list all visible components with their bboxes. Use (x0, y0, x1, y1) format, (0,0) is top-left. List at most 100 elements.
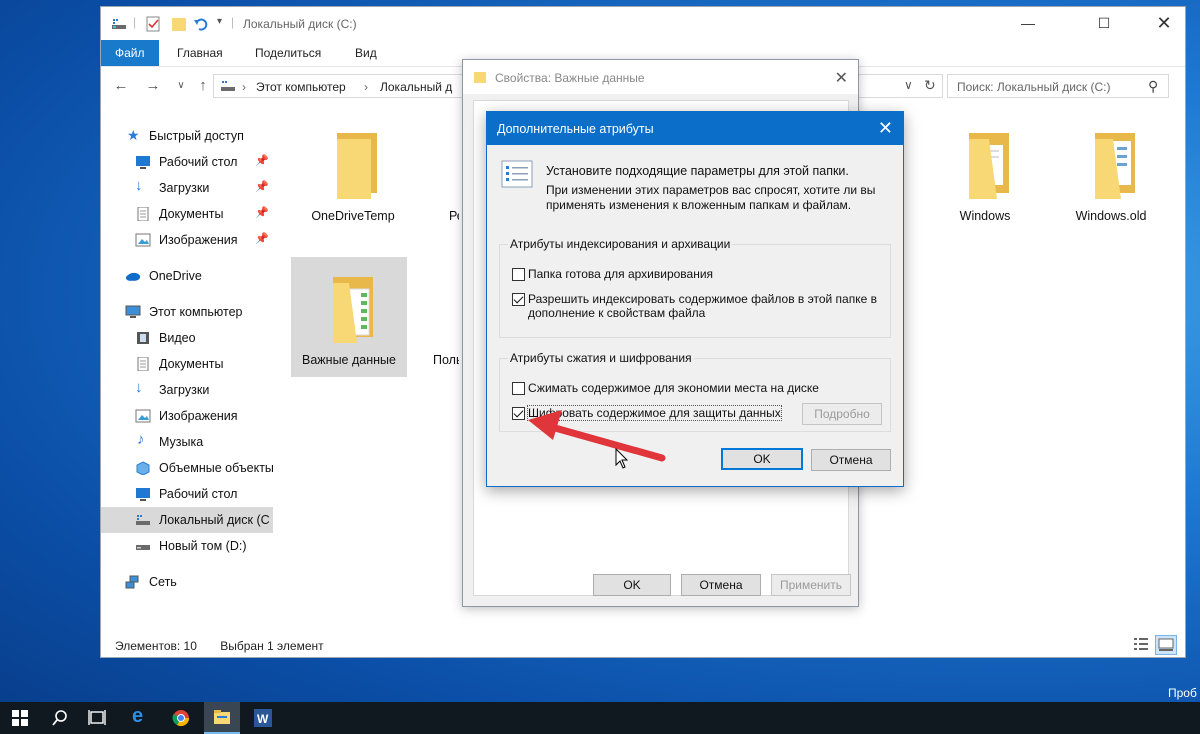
quick-access-dropdown-icon[interactable]: ▾ (217, 16, 222, 27)
folder-item[interactable]: Ре (419, 113, 459, 233)
cube-icon (136, 461, 150, 475)
titlebar-separator: | (231, 15, 235, 29)
folder-item[interactable]: Windows.old (1053, 113, 1169, 233)
encrypt-checkbox-label[interactable]: Шифровать содержимое для защиты данных (527, 405, 782, 421)
advanced-cancel-button[interactable]: Отмена (811, 449, 891, 471)
folder-item[interactable]: OneDriveTemp (295, 113, 411, 233)
properties-cancel-button[interactable]: Отмена (681, 574, 761, 596)
sidebar-item-label: Рабочий стол (159, 155, 238, 169)
index-checkbox-label[interactable]: Разрешить индексировать содержимое файло… (528, 292, 877, 306)
properties-icon[interactable] (145, 16, 161, 32)
indexing-archive-group: Атрибуты индексирования и архивации Папк… (499, 237, 891, 338)
tab-view[interactable]: Вид (355, 40, 377, 66)
index-checkbox[interactable] (512, 293, 525, 306)
index-checkbox-label[interactable]: дополнение к свойствам файла (528, 306, 705, 320)
breadcrumb-separator: › (364, 80, 368, 94)
sidebar-item-downloads-pc[interactable]: ↓ Загрузки (101, 377, 273, 403)
maximize-button[interactable]: ☐ (1081, 7, 1127, 39)
sidebar-item-pictures[interactable]: Изображения 📌 (101, 227, 273, 253)
properties-ok-button[interactable]: OK (593, 574, 671, 596)
sidebar-item-local-disk-c[interactable]: Локальный диск (C:) (101, 507, 273, 533)
sidebar-item-documents-pc[interactable]: Документы (101, 351, 273, 377)
sidebar-item-label: Документы (159, 207, 224, 221)
explorer-titlebar: | ▾ | Локальный диск (C:) — ☐ ✕ (101, 7, 1185, 40)
status-bar: Элементов: 10 Выбран 1 элемент (115, 639, 324, 653)
close-icon[interactable]: ✕ (835, 68, 848, 88)
sidebar-item-documents[interactable]: Документы 📌 (101, 201, 273, 227)
drive-icon (136, 545, 150, 550)
word-icon[interactable]: W (254, 709, 272, 727)
folder-icon (337, 133, 377, 199)
sidebar-item-music[interactable]: ♪ Музыка (101, 429, 273, 455)
search-input[interactable]: Поиск: Локальный диск (C:) ⚲ (947, 74, 1169, 98)
file-explorer-icon (214, 710, 230, 724)
close-icon[interactable]: ✕ (878, 118, 893, 139)
search-icon[interactable]: ⚲ (1148, 78, 1158, 95)
window-title: Локальный диск (C:) (243, 17, 357, 31)
large-icons-view-icon[interactable] (1155, 635, 1177, 655)
breadcrumb-current[interactable]: Локальный д (380, 80, 452, 94)
sidebar-item-downloads[interactable]: ↓ Загрузки 📌 (101, 175, 273, 201)
pin-icon[interactable]: 📌 (255, 180, 269, 193)
address-dropdown-icon[interactable]: ∨ (904, 78, 913, 92)
chrome-icon[interactable] (172, 709, 190, 727)
download-icon: ↓ (135, 379, 143, 396)
details-button[interactable]: Подробно (802, 403, 882, 425)
sidebar-item-onedrive[interactable]: OneDrive (101, 263, 273, 289)
tab-share[interactable]: Поделиться (255, 40, 321, 66)
attributes-list-icon (501, 160, 533, 188)
folder-icon (439, 127, 459, 203)
advanced-ok-button[interactable]: OK (721, 448, 803, 470)
sidebar-item-desktop[interactable]: Рабочий стол 📌 (101, 149, 273, 175)
close-button[interactable]: ✕ (1141, 7, 1187, 39)
properties-apply-button[interactable]: Применить (771, 574, 851, 596)
pin-icon[interactable]: 📌 (255, 206, 269, 219)
sidebar-item-pictures-pc[interactable]: Изображения (101, 403, 273, 429)
recent-dropdown-icon[interactable]: ∨ (171, 77, 191, 95)
edge-icon[interactable]: e (132, 705, 143, 728)
task-view-icon[interactable] (88, 710, 106, 726)
search-icon[interactable] (52, 710, 68, 726)
drive-icon[interactable] (111, 16, 127, 32)
pin-icon[interactable]: 📌 (255, 154, 269, 167)
sidebar-item-label: Документы (159, 357, 224, 371)
archive-checkbox-label[interactable]: Папка готова для архивирования (528, 267, 713, 281)
breadcrumb-root[interactable]: Этот компьютер (256, 80, 346, 94)
details-view-icon[interactable] (1131, 635, 1151, 653)
sidebar-item-this-pc[interactable]: Этот компьютер (101, 299, 273, 325)
encrypt-checkbox[interactable] (512, 407, 525, 420)
folder-item-selected[interactable]: Важные данные (291, 257, 407, 377)
windows-start-icon[interactable] (12, 710, 28, 726)
desktop-icon (136, 156, 150, 169)
group-label: Атрибуты индексирования и архивации (508, 237, 733, 251)
folder-item[interactable]: Поль (419, 257, 459, 377)
folder-item[interactable]: Windows (927, 113, 1043, 233)
tab-home[interactable]: Главная (177, 40, 223, 66)
sidebar-item-new-volume-d[interactable]: Новый том (D:) (101, 533, 273, 559)
archive-checkbox[interactable] (512, 268, 525, 281)
titlebar-separator: | (133, 15, 137, 29)
pin-icon[interactable]: 📌 (255, 232, 269, 245)
sidebar-item-videos[interactable]: Видео (101, 325, 273, 351)
refresh-icon[interactable]: ↻ (924, 77, 936, 94)
advanced-attributes-dialog: Дополнительные атрибуты ✕ Установите под… (486, 111, 904, 487)
up-button[interactable]: ↑ (193, 77, 213, 95)
folder-icon (969, 133, 1009, 199)
back-button[interactable]: ← (111, 77, 131, 95)
sidebar-item-desktop-pc[interactable]: Рабочий стол (101, 481, 273, 507)
sidebar-item-quick-access[interactable]: ★ Быстрый доступ (101, 123, 273, 149)
tab-file[interactable]: Файл (101, 40, 159, 66)
forward-button[interactable]: → (143, 77, 163, 95)
sidebar-item-label: OneDrive (149, 269, 202, 283)
new-folder-icon[interactable] (171, 16, 187, 32)
sidebar-item-network[interactable]: Сеть (101, 569, 273, 595)
sidebar-item-label: Рабочий стол (159, 487, 238, 501)
folder-icon (439, 271, 459, 347)
sidebar-item-3d-objects[interactable]: Объемные объекты (101, 455, 274, 481)
compress-checkbox-label[interactable]: Сжимать содержимое для экономии места на… (528, 381, 819, 395)
undo-icon[interactable] (193, 16, 209, 32)
minimize-button[interactable]: — (1005, 7, 1051, 39)
taskbar-explorer-button[interactable] (204, 702, 240, 734)
compress-checkbox[interactable] (512, 382, 525, 395)
intro-text: При изменении этих параметров вас спрося… (546, 183, 876, 197)
